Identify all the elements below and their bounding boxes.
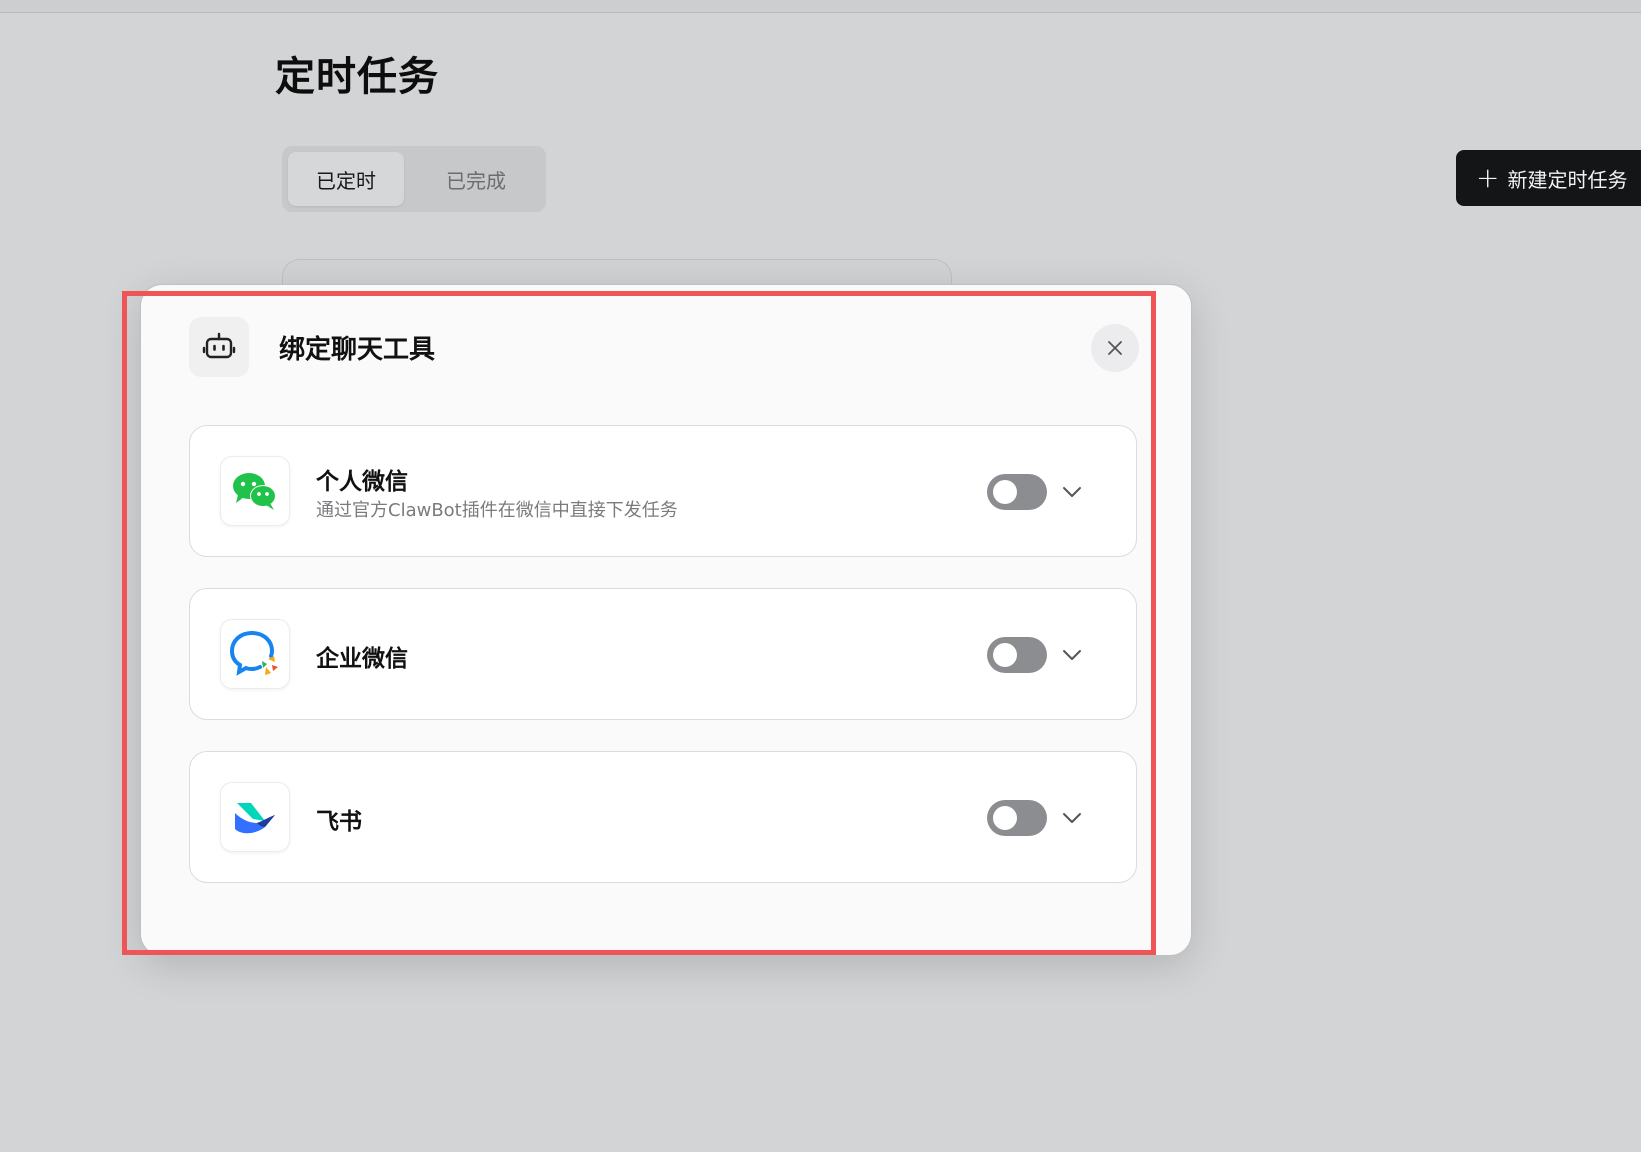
toggle-switch[interactable] <box>987 474 1047 510</box>
plus-icon: + <box>1476 161 1500 194</box>
toggle-knob <box>993 643 1017 667</box>
expand-button[interactable] <box>1058 804 1086 832</box>
wechat-icon <box>220 456 290 526</box>
channel-wecom: 企业微信 <box>189 588 1137 720</box>
wecom-icon <box>220 619 290 689</box>
channel-name: 个人微信 <box>316 469 408 495</box>
tab-scheduled[interactable]: 已定时 <box>288 152 404 206</box>
toggle-switch[interactable] <box>987 637 1047 673</box>
chevron-down-icon <box>1063 813 1081 823</box>
new-task-button-label: 新建定时任务 <box>1507 167 1628 192</box>
chevron-down-icon <box>1063 487 1081 497</box>
toggle-switch[interactable] <box>987 800 1047 836</box>
expand-button[interactable] <box>1058 478 1086 506</box>
close-button[interactable] <box>1091 324 1139 372</box>
channel-feishu: 飞书 <box>189 751 1137 883</box>
new-scheduled-task-button[interactable]: + 新建定时任务 <box>1456 150 1641 206</box>
bind-chat-tool-modal: 绑定聊天工具 个人微信 通过官方ClawBot插件在微信中直接下发任务 企业微信… <box>140 284 1192 956</box>
channel-name: 飞书 <box>316 809 362 835</box>
channel-description: 通过官方ClawBot插件在微信中直接下发任务 <box>316 500 678 521</box>
tab-group: 已定时 已完成 <box>282 146 546 212</box>
feishu-icon <box>220 782 290 852</box>
robot-icon <box>189 317 249 377</box>
tab-completed[interactable]: 已完成 <box>412 152 540 206</box>
window-top-bar <box>0 0 1641 13</box>
expand-button[interactable] <box>1058 641 1086 669</box>
toggle-knob <box>993 480 1017 504</box>
channel-personal-wechat: 个人微信 通过官方ClawBot插件在微信中直接下发任务 <box>189 425 1137 557</box>
modal-title: 绑定聊天工具 <box>279 335 436 365</box>
page-title: 定时任务 <box>275 54 439 100</box>
toggle-knob <box>993 806 1017 830</box>
channel-name: 企业微信 <box>316 646 408 672</box>
chevron-down-icon <box>1063 650 1081 660</box>
close-icon <box>1108 341 1122 355</box>
